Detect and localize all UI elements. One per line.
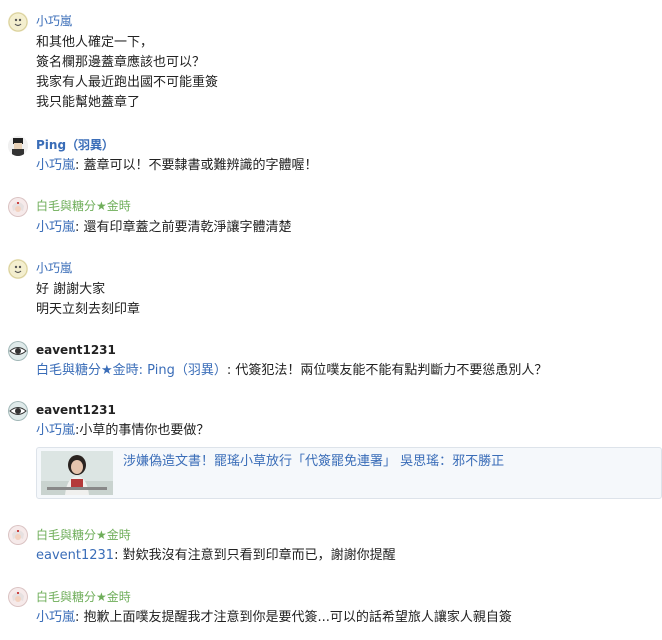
comment-text: 白毛與糖分★金時: Ping（羽異）: 代簽犯法！兩位噗友能不能有點判斷力不要慫… — [36, 361, 547, 381]
avatar[interactable] — [8, 259, 28, 279]
avatar[interactable] — [8, 197, 28, 217]
comment-author[interactable]: Ping（羽異） — [36, 137, 114, 153]
reply-text: : 還有印章蓋之前要清乾淨讓字體清楚 — [75, 220, 292, 235]
avatar[interactable] — [8, 341, 28, 361]
avatar[interactable] — [8, 525, 28, 545]
reply-text: : 代簽犯法！兩位噗友能不能有點判斷力不要慫恿別人？ — [226, 363, 548, 378]
comment-text: eavent1231: 對欸我沒有注意到只看到印章而已，謝謝你提醒 — [36, 546, 396, 566]
anime-avatar-icon — [8, 587, 28, 607]
news-photo-icon — [41, 451, 113, 495]
comment-text: 簽名欄那邊蓋章應該也可以？ — [36, 55, 206, 70]
smiley-avatar-icon — [8, 12, 28, 32]
comment-text: 小巧嵐: 抱歉上面噗友提醒我才注意到你是要代簽...可以的話希望旅人讓家人親自簽 — [36, 608, 512, 628]
comment-text: 我家有人最近跑出國不可能重簽 — [36, 75, 219, 90]
comment-text: 小巧嵐: 還有印章蓋之前要清乾淨讓字體清楚 — [36, 218, 292, 238]
comment-author[interactable]: 白毛與糖分★金時 — [36, 589, 131, 605]
mention-link[interactable]: 白毛與糖分★金時: Ping（羽異） — [36, 363, 227, 378]
comment-text: 小巧嵐:小草的事情你也要做？ — [36, 421, 209, 441]
mention-link[interactable]: 小巧嵐 — [36, 158, 75, 173]
comment-author[interactable]: 白毛與糖分★金時 — [36, 527, 131, 543]
avatar[interactable] — [8, 136, 28, 156]
mention-link[interactable]: 小巧嵐 — [36, 610, 75, 625]
mention-link[interactable]: eavent1231 — [36, 548, 114, 563]
eye-avatar-icon — [8, 401, 28, 421]
comment-text: 明天立刻去刻印章 — [36, 302, 141, 317]
smiley-avatar-icon — [8, 259, 28, 279]
comment-text: 好 謝謝大家 — [36, 282, 106, 297]
comment-author[interactable]: 小巧嵐 — [36, 260, 72, 276]
reply-text: : 對欸我沒有注意到只看到印章而已，謝謝你提醒 — [114, 548, 396, 563]
comment-text: 和其他人確定一下， — [36, 35, 154, 50]
reply-text: : 抱歉上面噗友提醒我才注意到你是要代簽...可以的話希望旅人讓家人親自簽 — [75, 610, 512, 625]
avatar[interactable] — [8, 587, 28, 607]
link-preview-card[interactable]: 涉嫌偽造文書！罷瑤小草放行「代簽罷免連署」 吳思瑤：邪不勝正 — [36, 447, 662, 499]
avatar[interactable] — [8, 401, 28, 421]
comment-text: 我只能幫她蓋章了 — [36, 95, 141, 110]
anime-avatar-icon — [8, 197, 28, 217]
reply-text: : 蓋章可以！不要隸書或難辨識的字體喔！ — [75, 158, 318, 173]
avatar[interactable] — [8, 12, 28, 32]
mention-link[interactable]: 小巧嵐 — [36, 220, 75, 235]
comment-author[interactable]: 小巧嵐 — [36, 13, 72, 29]
link-title[interactable]: 涉嫌偽造文書！罷瑤小草放行「代簽罷免連署」 吳思瑤：邪不勝正 — [123, 453, 504, 471]
comment-author[interactable]: eavent1231 — [36, 402, 116, 418]
link-thumbnail[interactable] — [41, 451, 113, 495]
anime-avatar-icon — [8, 525, 28, 545]
comment-author[interactable]: 白毛與糖分★金時 — [36, 198, 131, 214]
comment-author[interactable]: eavent1231 — [36, 342, 116, 358]
character-avatar-icon — [8, 136, 28, 156]
mention-link[interactable]: 小巧嵐 — [36, 423, 75, 438]
eye-avatar-icon — [8, 341, 28, 361]
comment-text: 小巧嵐: 蓋章可以！不要隸書或難辨識的字體喔！ — [36, 156, 318, 176]
reply-text: :小草的事情你也要做？ — [75, 423, 210, 438]
